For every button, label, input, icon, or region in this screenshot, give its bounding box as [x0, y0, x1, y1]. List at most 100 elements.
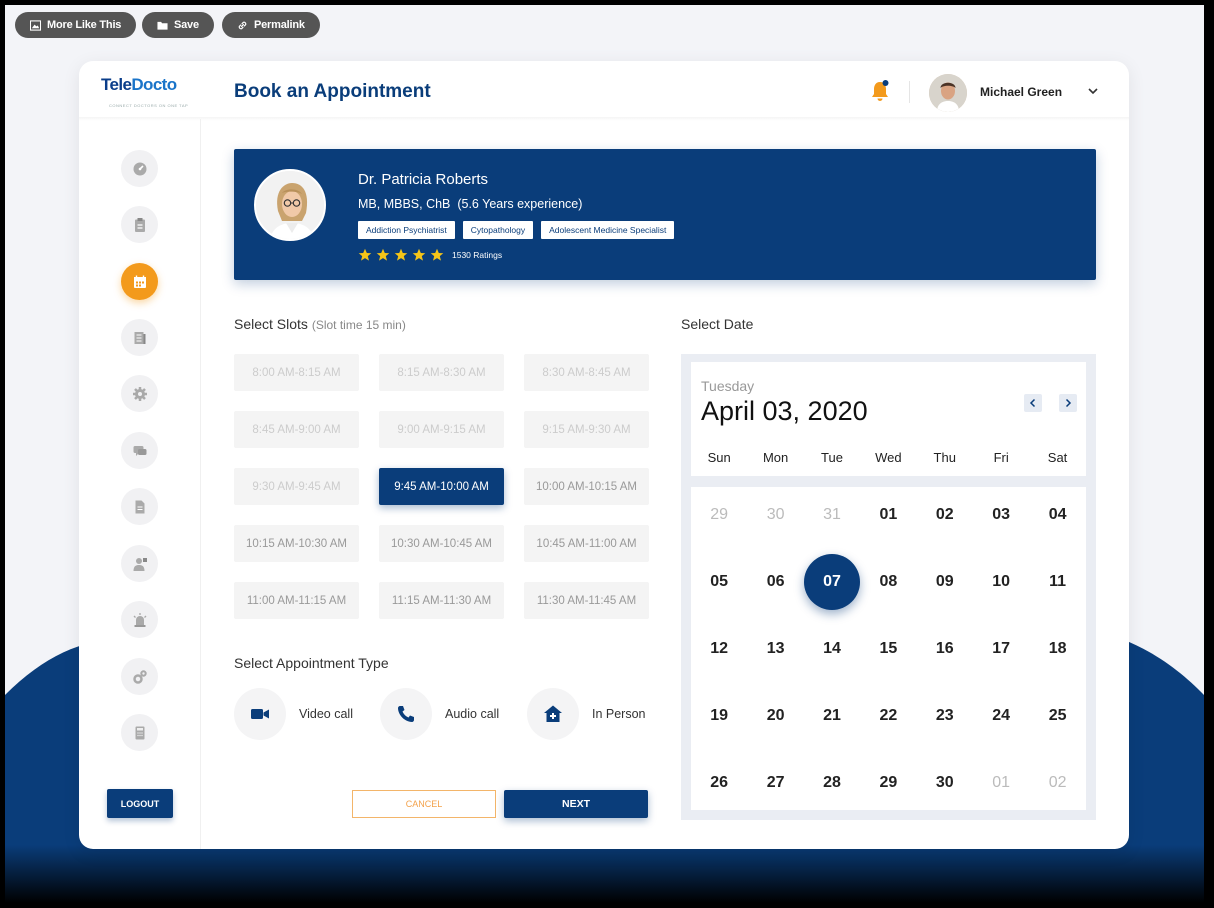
calendar: Tuesday April 03, 2020 Sun Mon Tue Wed Thu Fr…: [681, 354, 1096, 820]
calendar-day-number: 31: [823, 506, 841, 523]
time-slot[interactable]: 11:30 AM-11:45 AM: [524, 582, 649, 619]
chevron-down-icon[interactable]: [1087, 85, 1099, 97]
calendar-day[interactable]: 16: [917, 621, 973, 677]
sidebar-item-clipboard[interactable]: [121, 206, 158, 243]
folder-icon: [157, 21, 168, 30]
time-slot: 8:00 AM-8:15 AM: [234, 354, 359, 391]
calendar-day[interactable]: 08: [860, 554, 916, 610]
calendar-day[interactable]: 17: [973, 621, 1029, 677]
save-button[interactable]: Save: [142, 12, 214, 38]
calendar-day[interactable]: 25: [1030, 688, 1086, 744]
calendar-day[interactable]: 05: [691, 554, 747, 610]
calendar-day[interactable]: 03: [973, 487, 1029, 543]
calendar-day: 01: [973, 755, 1029, 811]
calendar-day-number: 10: [992, 573, 1011, 590]
calendar-day[interactable]: 28: [804, 755, 860, 811]
specialty-tag: Adolescent Medicine Specialist: [541, 221, 675, 239]
logo[interactable]: TeleDocto CONNECT DOCTORS ON ONE TAP: [101, 75, 197, 114]
slots-title: Select Slots (Slot time 15 min): [234, 316, 406, 332]
calendar-day: 02: [1030, 755, 1086, 811]
calendar-day[interactable]: 09: [917, 554, 973, 610]
appointment-type-label: Audio call: [445, 707, 500, 721]
calendar-day[interactable]: 12: [691, 621, 747, 677]
sidebar-item-doctor[interactable]: [121, 545, 158, 582]
sidebar-item-settings[interactable]: [121, 375, 158, 412]
calendar-day[interactable]: 10: [973, 554, 1029, 610]
avatar[interactable]: [929, 74, 967, 112]
calendar-day[interactable]: 30: [917, 755, 973, 811]
calendar-day-number: 24: [992, 707, 1011, 724]
bell-icon[interactable]: [869, 79, 891, 103]
calendar-header: Tuesday April 03, 2020 Sun Mon Tue Wed Thu Fr…: [691, 362, 1086, 476]
calendar-day[interactable]: 20: [748, 688, 804, 744]
logout-button[interactable]: LOGOUT: [107, 789, 173, 818]
time-slot[interactable]: 10:15 AM-10:30 AM: [234, 525, 359, 562]
page-title: Book an Appointment: [234, 81, 431, 102]
sidebar-item-dashboard[interactable]: [121, 150, 158, 187]
sidebar-item-chat[interactable]: [121, 432, 158, 469]
calendar-day[interactable]: 06: [748, 554, 804, 610]
calendar-day-number: 23: [935, 707, 954, 724]
permalink-button[interactable]: Permalink: [222, 12, 320, 38]
calendar-day[interactable]: 23: [917, 688, 973, 744]
next-button[interactable]: NEXT: [504, 790, 648, 818]
calendar-day[interactable]: 13: [748, 621, 804, 677]
logo-suffix: Docto: [131, 75, 177, 94]
calendar-day[interactable]: 18: [1030, 621, 1086, 677]
sidebar-item-alarm[interactable]: [121, 601, 158, 638]
time-slot[interactable]: 11:15 AM-11:30 AM: [379, 582, 504, 619]
calendar-day[interactable]: 02: [917, 487, 973, 543]
next-month-button[interactable]: [1059, 394, 1077, 412]
calendar-day[interactable]: 14: [804, 621, 860, 677]
appointment-type-audio[interactable]: Audio call: [380, 688, 499, 740]
calendar-day[interactable]: 01: [860, 487, 916, 543]
calendar-day-number: 06: [766, 573, 785, 590]
calendar-day[interactable]: 22: [860, 688, 916, 744]
calendar-day[interactable]: 04: [1030, 487, 1086, 543]
calendar-day[interactable]: 27: [748, 755, 804, 811]
time-slot[interactable]: 10:00 AM-10:15 AM: [524, 468, 649, 505]
calendar-day[interactable]: 11: [1030, 554, 1086, 610]
star-icon: [430, 248, 444, 261]
appointment-type-title: Select Appointment Type: [234, 655, 389, 671]
calendar-day[interactable]: 29: [860, 755, 916, 811]
cancel-button[interactable]: CANCEL: [352, 790, 496, 818]
calendar-days: 29 30 31 01 02 03 04 05 06 07 08 09 10 11 12 13 14 15 16 17…: [691, 487, 1086, 810]
time-slot[interactable]: 10:30 AM-10:45 AM: [379, 525, 504, 562]
weekday-label: Sun: [707, 450, 731, 465]
sidebar-item-calculator[interactable]: [121, 714, 158, 751]
calendar-day[interactable]: 24: [973, 688, 1029, 744]
calendar-day[interactable]: 26: [691, 755, 747, 811]
calendar-day[interactable]: 19: [691, 688, 747, 744]
logo-prefix: Tele: [101, 75, 132, 94]
calendar-day: 31: [804, 487, 860, 543]
time-slot[interactable]: 11:00 AM-11:15 AM: [234, 582, 359, 619]
calendar-day[interactable]: 21: [804, 688, 860, 744]
appointment-type-label: In Person: [592, 707, 646, 721]
calendar-day[interactable]: 15: [860, 621, 916, 677]
calendar-day-number: 22: [879, 707, 898, 724]
sidebar-item-document[interactable]: [121, 319, 158, 356]
calendar-day-number: 21: [823, 707, 841, 724]
sidebar-item-gears[interactable]: [121, 658, 158, 695]
rating-stars: 1530 Ratings: [358, 248, 502, 262]
selected-date: April 03, 2020: [701, 396, 868, 426]
time-slot: 9:30 AM-9:45 AM: [234, 468, 359, 505]
calculator-icon: [135, 726, 144, 739]
time-slot: 8:15 AM-8:30 AM: [379, 354, 504, 391]
prev-month-button[interactable]: [1024, 394, 1042, 412]
slots-title-text: Select Slots: [234, 316, 308, 332]
sidebar-item-file[interactable]: [121, 488, 158, 525]
more-like-this-button[interactable]: More Like This: [15, 12, 137, 38]
sidebar-item-calendar[interactable]: [121, 263, 158, 300]
ratings-count: 1530 Ratings: [452, 250, 503, 260]
chevron-left-icon: [1029, 398, 1036, 408]
time-slot[interactable]: 9:45 AM-10:00 AM: [379, 468, 504, 505]
appointment-type-video[interactable]: Video call: [234, 688, 353, 740]
phone-icon: [398, 706, 414, 722]
slots-subtitle: (Slot time 15 min): [311, 318, 406, 332]
appointment-type-in-person[interactable]: In Person: [527, 688, 646, 740]
time-slot[interactable]: 10:45 AM-11:00 AM: [524, 525, 649, 562]
calendar-day-selected[interactable]: 07: [804, 554, 860, 610]
user-name[interactable]: Michael Green: [980, 85, 1062, 99]
